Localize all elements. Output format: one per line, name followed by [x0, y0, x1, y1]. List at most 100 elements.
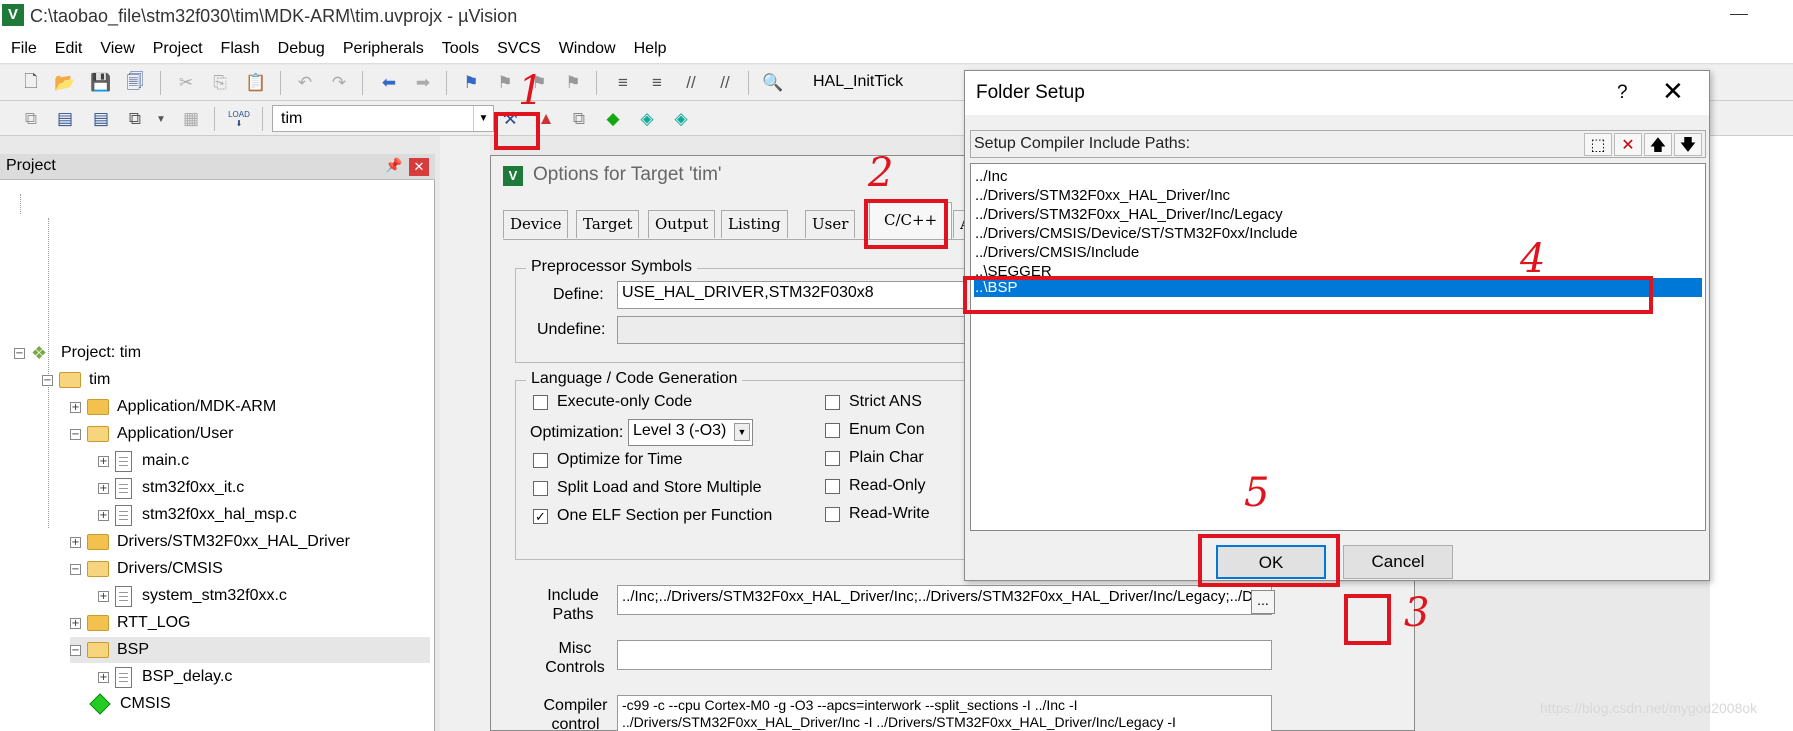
copy-icon[interactable]: ⎘: [207, 70, 233, 96]
find-in-files-icon[interactable]: 🔍: [760, 70, 786, 96]
comment-icon[interactable]: //: [678, 70, 704, 96]
chevron-down-icon[interactable]: ▼: [148, 106, 174, 132]
tree-target[interactable]: − tim: [42, 367, 110, 393]
menu-edit[interactable]: Edit: [46, 34, 92, 64]
nav-back-icon[interactable]: ⬅: [376, 70, 402, 96]
redo-icon[interactable]: ↷: [326, 70, 352, 96]
paste-icon[interactable]: 📋: [243, 70, 269, 96]
bookmark-clear-icon[interactable]: ⚑: [560, 70, 586, 96]
menu-file[interactable]: File: [2, 34, 46, 64]
tab-target[interactable]: Target: [576, 210, 640, 238]
collapse-icon[interactable]: −: [70, 644, 81, 656]
stop-build-icon[interactable]: ▦: [178, 106, 204, 132]
expand-icon[interactable]: +: [98, 671, 109, 683]
menu-project[interactable]: Project: [144, 34, 212, 64]
menu-peripherals[interactable]: Peripherals: [334, 34, 433, 64]
tree-item-selected[interactable]: − BSP: [70, 637, 430, 663]
new-folder-icon[interactable]: ⬚: [1584, 133, 1612, 156]
expand-icon[interactable]: +: [98, 455, 109, 467]
indent-icon[interactable]: ≡: [610, 70, 636, 96]
download-icon[interactable]: LOAD ⬇: [226, 106, 252, 132]
manage-rte-icon[interactable]: ◆: [600, 106, 626, 132]
tree-item[interactable]: + RTT_LOG: [70, 610, 191, 636]
list-item[interactable]: ../Drivers/CMSIS/Device/ST/STM32F0xx/Inc…: [974, 224, 1702, 243]
move-up-icon[interactable]: 🡅: [1644, 133, 1672, 156]
include-paths-field[interactable]: ../Inc;../Drivers/STM32F0xx_HAL_Driver/I…: [617, 585, 1272, 615]
tree-item[interactable]: + stm32f0xx_hal_msp.c: [98, 502, 297, 528]
list-item[interactable]: ../Drivers/CMSIS/Include: [974, 243, 1702, 262]
translate-icon[interactable]: ⧉: [18, 106, 44, 132]
tree-item[interactable]: + stm32f0xx_it.c: [98, 475, 244, 501]
menu-tools[interactable]: Tools: [433, 34, 488, 64]
unindent-icon[interactable]: ≡: [644, 70, 670, 96]
save-all-icon[interactable]: 🗐: [122, 70, 148, 96]
tree-item[interactable]: CMSIS: [89, 691, 171, 717]
read-only-checkbox[interactable]: Read-Only: [825, 477, 925, 495]
delete-icon[interactable]: ✕: [1614, 133, 1642, 156]
strict-ansi-checkbox[interactable]: Strict ANS: [825, 393, 922, 411]
chevron-down-icon[interactable]: ▼: [473, 106, 493, 131]
tab-device[interactable]: Device: [503, 210, 569, 238]
file-extensions-icon[interactable]: ⧉: [566, 106, 592, 132]
read-write-checkbox[interactable]: Read-Write: [825, 505, 930, 523]
one-elf-checkbox[interactable]: ✓ One ELF Section per Function: [533, 507, 772, 525]
include-paths-list[interactable]: ../Inc ../Drivers/STM32F0xx_HAL_Driver/I…: [970, 163, 1706, 531]
tab-listing[interactable]: Listing: [721, 210, 788, 238]
expand-icon[interactable]: +: [70, 617, 81, 629]
nav-forward-icon[interactable]: ➡: [410, 70, 436, 96]
optimize-time-checkbox[interactable]: Optimize for Time: [533, 451, 682, 469]
expand-icon[interactable]: +: [70, 536, 81, 548]
menu-svcs[interactable]: SVCS: [488, 34, 550, 64]
expand-icon[interactable]: +: [98, 509, 109, 521]
tree-root[interactable]: − ❖ Project: tim: [14, 340, 141, 366]
misc-controls-field[interactable]: [617, 640, 1272, 670]
tree-item[interactable]: + main.c: [98, 448, 189, 474]
pin-icon[interactable]: 📌: [385, 157, 402, 174]
chevron-down-icon[interactable]: ▼: [734, 423, 750, 441]
undo-icon[interactable]: ↶: [292, 70, 318, 96]
tab-output[interactable]: Output: [648, 210, 716, 238]
new-file-icon[interactable]: 🗋: [18, 70, 44, 96]
menu-view[interactable]: View: [91, 34, 143, 64]
build-icon[interactable]: ▤: [52, 106, 78, 132]
select-packs-icon[interactable]: ◈: [634, 106, 660, 132]
plain-char-checkbox[interactable]: Plain Char: [825, 449, 924, 467]
target-select[interactable]: tim ▼: [272, 105, 494, 132]
close-icon[interactable]: ✕: [1662, 77, 1684, 107]
tree-item[interactable]: + system_stm32f0xx.c: [98, 583, 287, 609]
save-icon[interactable]: 💾: [88, 70, 114, 96]
collapse-icon[interactable]: −: [70, 563, 81, 575]
expand-icon[interactable]: +: [70, 401, 81, 413]
uncomment-icon[interactable]: //: [712, 70, 738, 96]
expand-icon[interactable]: +: [98, 482, 109, 494]
bookmark-icon[interactable]: ⚑: [458, 70, 484, 96]
move-down-icon[interactable]: 🡇: [1674, 133, 1702, 156]
open-file-icon[interactable]: 📂: [52, 70, 78, 96]
menu-window[interactable]: Window: [550, 34, 625, 64]
collapse-icon[interactable]: −: [14, 347, 25, 359]
execute-only-checkbox[interactable]: Execute-only Code: [533, 393, 692, 411]
menu-flash[interactable]: Flash: [212, 34, 269, 64]
pack-installer-icon[interactable]: ◈: [668, 106, 694, 132]
list-item[interactable]: ../Inc: [974, 167, 1702, 186]
rebuild-icon[interactable]: ▤: [88, 106, 114, 132]
help-button[interactable]: ?: [1617, 82, 1628, 104]
minimize-button[interactable]: [1730, 14, 1748, 15]
cancel-button[interactable]: Cancel: [1343, 545, 1453, 579]
expand-icon[interactable]: +: [98, 590, 109, 602]
split-load-checkbox[interactable]: Split Load and Store Multiple: [533, 479, 762, 497]
menu-help[interactable]: Help: [625, 34, 676, 64]
tree-item[interactable]: − Application/User: [70, 421, 234, 447]
collapse-icon[interactable]: −: [70, 428, 81, 440]
browse-include-button[interactable]: ...: [1251, 590, 1275, 614]
cut-icon[interactable]: ✂: [173, 70, 199, 96]
tree-item[interactable]: − Drivers/CMSIS: [70, 556, 223, 582]
batch-build-icon[interactable]: ⧉: [122, 106, 148, 132]
collapse-icon[interactable]: −: [42, 374, 53, 386]
tree-item[interactable]: + Drivers/STM32F0xx_HAL_Driver: [70, 529, 350, 555]
list-item[interactable]: ../Drivers/STM32F0xx_HAL_Driver/Inc: [974, 186, 1702, 205]
bookmark-prev-icon[interactable]: ⚑: [492, 70, 518, 96]
tree-item[interactable]: + BSP_delay.c: [98, 664, 232, 690]
enum-container-checkbox[interactable]: Enum Con: [825, 421, 925, 439]
optimization-select[interactable]: Level 3 (-O3) ▼: [628, 419, 753, 446]
